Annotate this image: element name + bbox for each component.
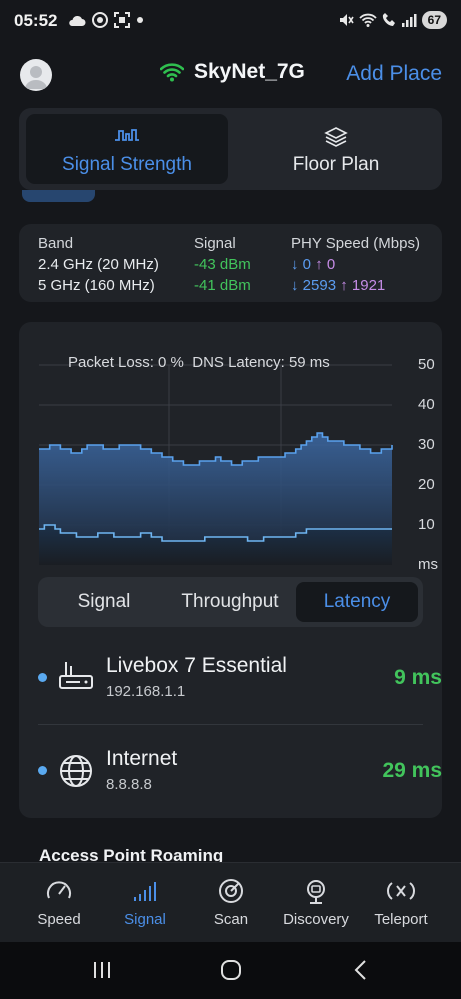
signal-strength-icon: [115, 129, 139, 141]
tab-floor-plan[interactable]: Floor Plan: [235, 114, 437, 184]
mute-icon: [339, 14, 354, 26]
y-tick-label: 40: [418, 396, 435, 413]
status-bar: 05:52 67: [0, 0, 461, 44]
phy-speed-row: ↓ 2593 ↑ 1921: [291, 275, 420, 296]
back-icon[interactable]: [349, 958, 373, 982]
nav-label: Speed: [37, 911, 81, 928]
nav-label: Signal: [124, 911, 166, 928]
y-tick-label: 50: [418, 356, 435, 373]
tab-signal-strength[interactable]: Signal Strength: [26, 114, 228, 184]
signal-value: -41 dBm: [194, 277, 251, 294]
download-arrow-icon: ↓: [291, 277, 299, 294]
signal-value: -43 dBm: [194, 256, 251, 273]
nav-teleport[interactable]: Teleport: [355, 863, 447, 943]
upload-arrow-icon: ↑: [340, 277, 348, 294]
screenshot-icon: [114, 12, 130, 28]
nav-discovery[interactable]: Discovery: [270, 863, 362, 943]
layers-icon: [324, 127, 348, 147]
y-tick-label: 30: [418, 436, 435, 453]
tab-signal[interactable]: Signal: [43, 582, 165, 622]
dot-icon: [137, 17, 143, 23]
download-arrow-icon: ↓: [291, 256, 299, 273]
battery-level: 67: [421, 11, 447, 29]
nav-scan[interactable]: Scan: [185, 863, 277, 943]
bottom-nav: Speed Signal Scan Discovery Teleport: [0, 862, 461, 942]
nav-signal[interactable]: Signal: [99, 863, 191, 943]
signal-header: Signal: [194, 235, 236, 252]
router-icon: [59, 662, 93, 689]
phy-speed-header: PHY Speed (Mbps): [291, 235, 420, 252]
scrolled-toggle: [22, 190, 95, 202]
status-dot: [38, 766, 47, 775]
latency-chart-card: Packet Loss: 0 % DNS Latency: 59 ms 50 4…: [19, 322, 442, 818]
divider: [38, 724, 423, 725]
y-tick-label: 10: [418, 516, 435, 533]
y-unit-label: ms: [418, 556, 438, 573]
y-tick-label: 20: [418, 476, 435, 493]
device-address: 8.8.8.8: [106, 776, 152, 793]
download-speed: 0: [302, 256, 312, 273]
call-icon: [382, 13, 395, 26]
chart-mode-tabs: Signal Throughput Latency: [38, 577, 423, 627]
view-tabs: Signal Strength Floor Plan: [19, 108, 442, 190]
latency-value: 29 ms: [382, 759, 442, 782]
record-icon: [92, 12, 108, 28]
home-icon[interactable]: [219, 958, 243, 982]
globe-icon: [60, 755, 92, 787]
device-name: Internet: [106, 747, 178, 770]
network-selector[interactable]: SkyNet_7G: [160, 60, 305, 84]
latency-value: 9 ms: [394, 666, 442, 689]
upload-speed: 0: [326, 256, 336, 273]
nav-label: Teleport: [374, 911, 428, 928]
recent-apps-icon[interactable]: [90, 958, 114, 982]
signal-bars-icon: [401, 14, 417, 27]
wifi-icon: [160, 63, 184, 82]
system-nav-bar: [0, 942, 461, 999]
wifi-icon: [358, 13, 377, 27]
teleport-icon: [387, 882, 415, 900]
device-name: Livebox 7 Essential: [106, 654, 287, 677]
nav-label: Discovery: [283, 911, 349, 928]
tab-latency[interactable]: Latency: [296, 582, 418, 622]
nav-label: Scan: [213, 911, 249, 928]
phy-speed-row: ↓ 0 ↑ 0: [291, 254, 420, 275]
upload-speed: 1921: [351, 277, 386, 294]
device-address: 192.168.1.1: [106, 683, 186, 700]
signal-bars-icon: [134, 882, 156, 901]
band-info-card: Band 2.4 GHz (20 MHz) 5 GHz (160 MHz) Si…: [19, 224, 442, 302]
band-header: Band: [38, 235, 74, 252]
speedometer-icon: [47, 881, 71, 899]
latency-row-internet[interactable]: Internet 8.8.8.8 29 ms: [38, 727, 442, 807]
tab-label: Floor Plan: [292, 154, 380, 175]
packet-loss-text: Packet Loss: 0 %: [68, 354, 184, 371]
tab-throughput[interactable]: Throughput: [169, 582, 291, 622]
radar-icon: [219, 879, 243, 903]
cloud-icon: [69, 15, 86, 26]
add-place-button[interactable]: Add Place: [346, 62, 442, 86]
device-discovery-icon: [307, 880, 325, 904]
status-dot: [38, 673, 47, 682]
user-avatar-icon[interactable]: [20, 59, 52, 91]
latency-row-router[interactable]: Livebox 7 Essential 192.168.1.1 9 ms: [38, 642, 442, 722]
nav-speed[interactable]: Speed: [13, 863, 105, 943]
tab-label: Signal Strength: [62, 154, 192, 175]
band-name: 2.4 GHz (20 MHz): [38, 256, 159, 273]
latency-chart-svg: [39, 364, 393, 565]
download-speed: 2593: [302, 277, 337, 294]
network-name: SkyNet_7G: [194, 60, 305, 83]
band-name: 5 GHz (160 MHz): [38, 277, 155, 294]
latency-chart: Packet Loss: 0 % DNS Latency: 59 ms 50 4…: [39, 338, 438, 573]
upload-arrow-icon: ↑: [315, 256, 323, 273]
status-time: 05:52: [14, 11, 58, 30]
dns-latency-text: DNS Latency: 59 ms: [192, 354, 330, 371]
